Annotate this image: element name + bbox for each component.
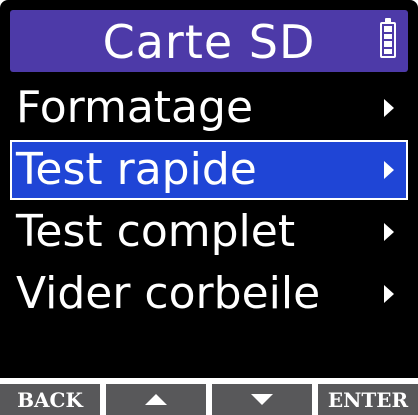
chevron-right-icon	[384, 285, 394, 303]
triangle-down-icon	[251, 394, 273, 405]
chevron-right-icon	[384, 223, 394, 241]
softkey-bar: BACK ENTER	[0, 384, 418, 415]
menu-item-label: Test complet	[16, 206, 296, 257]
menu-item-test-complet[interactable]: Test complet	[10, 202, 408, 262]
device-screen: Carte SD Formatage Test rapide Test comp…	[0, 0, 418, 378]
up-button[interactable]	[106, 384, 206, 415]
chevron-right-icon	[384, 161, 394, 179]
page-title: Carte SD	[102, 15, 316, 69]
menu-item-label: Test rapide	[16, 144, 257, 195]
menu-item-label: Vider corbeile	[16, 268, 321, 319]
enter-button[interactable]: ENTER	[318, 384, 418, 415]
title-bar: Carte SD	[10, 10, 408, 72]
menu-item-test-rapide[interactable]: Test rapide	[10, 140, 408, 200]
triangle-up-icon	[145, 394, 167, 405]
chevron-right-icon	[384, 99, 394, 117]
battery-full-icon	[380, 18, 396, 58]
back-button[interactable]: BACK	[0, 384, 100, 415]
down-button[interactable]	[212, 384, 312, 415]
menu-item-vider-corbeile[interactable]: Vider corbeile	[10, 264, 408, 324]
menu-item-formatage[interactable]: Formatage	[10, 78, 408, 138]
menu-item-label: Formatage	[16, 82, 254, 133]
